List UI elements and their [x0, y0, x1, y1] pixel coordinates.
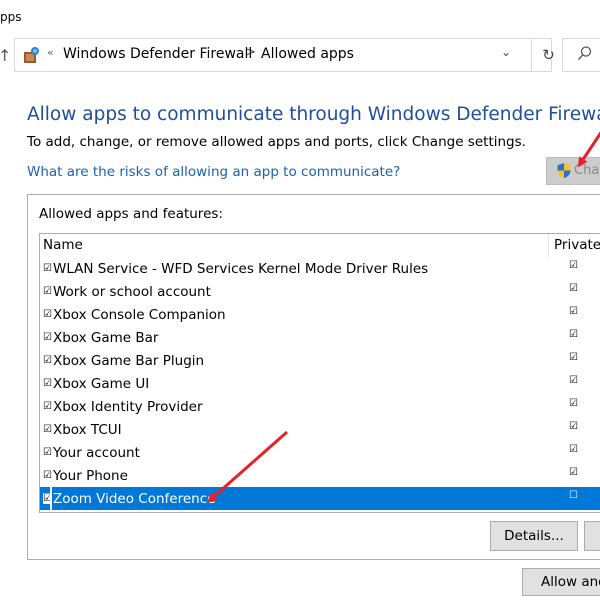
address-row: ↑ « Windows Defender Firewall > Allowed …	[0, 38, 600, 72]
list-item[interactable]: ☑ Xbox Game UI ☑	[40, 372, 600, 395]
list-item-label: Your account	[52, 444, 140, 461]
list-item-label: Work or school account	[52, 283, 211, 300]
list-item-name-cell: ☑ Xbox Game Bar Plugin	[43, 351, 204, 370]
private-checkbox[interactable]: ☑	[569, 398, 578, 409]
control-panel-icon	[24, 47, 39, 63]
private-checkbox[interactable]: ☑	[569, 421, 578, 432]
list-item[interactable]: ☑ Work or school account ☑	[40, 280, 600, 303]
enabled-checkbox[interactable]: ☑	[43, 424, 52, 435]
allow-another-app-button[interactable]: Allow another app...	[522, 568, 600, 596]
breadcrumb-overflow[interactable]: «	[47, 46, 54, 59]
page-title: Allow apps to communicate through Window…	[27, 104, 600, 125]
enabled-checkbox[interactable]: ☑	[43, 355, 52, 366]
list-item-name-cell: ☑ WLAN Service - WFD Services Kernel Mode…	[43, 259, 428, 278]
breadcrumb-windows-defender-firewall[interactable]: Windows Defender Firewall	[63, 46, 252, 62]
private-checkbox[interactable]: ☑	[569, 444, 578, 455]
list-item-label: Xbox Console Companion	[52, 306, 226, 323]
list-item-label: WLAN Service - WFD Services Kernel Mode …	[52, 260, 429, 277]
details-button[interactable]: Details...	[490, 521, 578, 551]
search-icon	[578, 46, 592, 60]
list-item[interactable]: ☑ Zoom Video Conference ☐	[40, 487, 600, 510]
list-item-name-cell: ☑ Xbox Identity Provider	[43, 397, 203, 416]
list-item[interactable]: ☑ Xbox Console Companion ☑	[40, 303, 600, 326]
refresh-button[interactable]: ↻	[531, 39, 565, 71]
list-item[interactable]: ☑ Xbox Identity Provider ☑	[40, 395, 600, 418]
change-settings-label: Change settings	[574, 163, 600, 178]
list-item[interactable]: ☑ Xbox TCUI ☑	[40, 418, 600, 441]
list-item[interactable]: ☑ WLAN Service - WFD Services Kernel Mode…	[40, 257, 600, 280]
uac-shield-icon	[557, 163, 571, 179]
list-item-label: Xbox Identity Provider	[52, 398, 203, 415]
breadcrumb-allowed-apps[interactable]: Allowed apps	[261, 46, 354, 62]
focus-indicator	[50, 487, 52, 510]
list-item-label: Xbox TCUI	[52, 421, 122, 438]
list-item[interactable]: ☑ Your account ☑	[40, 441, 600, 464]
allowed-apps-panel: Allowed apps and features: Name Private …	[27, 194, 600, 560]
risks-link[interactable]: What are the risks of allowing an app to…	[27, 164, 400, 180]
enabled-checkbox[interactable]: ☑	[43, 447, 52, 458]
list-item[interactable]: ☑ Your Phone ☑	[40, 464, 600, 487]
list-item-label: Xbox Game Bar	[52, 329, 159, 346]
chevron-right-icon[interactable]: >	[245, 45, 256, 60]
allowed-apps-list[interactable]: Name Private ☑ WLAN Service - WFD Service…	[39, 233, 600, 513]
enabled-checkbox[interactable]: ☑	[43, 263, 52, 274]
enabled-checkbox[interactable]: ☑	[43, 401, 52, 412]
list-item-name-cell: ☑ Xbox Game Bar	[43, 328, 158, 347]
private-checkbox[interactable]: ☑	[569, 283, 578, 294]
list-header: Name Private	[40, 234, 600, 257]
change-settings-button[interactable]: Change settings	[546, 157, 600, 185]
private-checkbox[interactable]: ☑	[569, 352, 578, 363]
column-header-private[interactable]: Private	[554, 237, 600, 253]
list-item-name-cell: ☑ Your Phone	[43, 466, 128, 485]
list-item-label: Zoom Video Conference	[52, 490, 216, 507]
column-divider[interactable]	[548, 234, 549, 257]
enabled-checkbox[interactable]: ☑	[43, 332, 52, 343]
chevron-down-icon[interactable]: ⌄	[501, 45, 511, 59]
list-item-label: Xbox Game Bar Plugin	[52, 352, 205, 369]
up-arrow-icon[interactable]: ↑	[0, 46, 11, 65]
address-bar[interactable]: « Windows Defender Firewall > Allowed ap…	[14, 38, 555, 72]
list-item-name-cell: ☑ Your account	[43, 443, 140, 462]
private-checkbox[interactable]: ☑	[569, 260, 578, 271]
page-description: To add, change, or remove allowed apps a…	[27, 134, 526, 150]
list-item-name-cell: ☑ Xbox TCUI	[43, 420, 122, 439]
private-checkbox[interactable]: ☑	[569, 329, 578, 340]
search-box[interactable]	[562, 38, 600, 72]
list-item-label: Xbox Game UI	[52, 375, 150, 392]
private-checkbox[interactable]: ☑	[569, 306, 578, 317]
list-item-name-cell: ☑ Xbox Game UI	[43, 374, 149, 393]
private-checkbox[interactable]: ☑	[569, 467, 578, 478]
list-item-label: Your Phone	[52, 467, 128, 484]
refresh-icon: ↻	[542, 46, 555, 64]
enabled-checkbox[interactable]: ☑	[43, 309, 52, 320]
list-item[interactable]: ☑ Xbox Game Bar Plugin ☑	[40, 349, 600, 372]
list-item[interactable]: ☑ Xbox Game Bar ☑	[40, 326, 600, 349]
window-title: pps	[0, 10, 22, 24]
panel-title: Allowed apps and features:	[39, 206, 223, 222]
list-item-name-cell: ☑ Zoom Video Conference	[43, 489, 215, 508]
list-item-name-cell: ☑ Xbox Console Companion	[43, 305, 226, 324]
private-checkbox[interactable]: ☑	[569, 375, 578, 386]
list-item-name-cell: ☑ Work or school account	[43, 282, 211, 301]
remove-button[interactable]	[584, 521, 600, 551]
private-checkbox[interactable]: ☐	[569, 490, 578, 501]
enabled-checkbox[interactable]: ☑	[43, 470, 52, 481]
enabled-checkbox[interactable]: ☑	[43, 286, 52, 297]
column-header-name[interactable]: Name	[43, 237, 83, 253]
enabled-checkbox[interactable]: ☑	[43, 378, 52, 389]
